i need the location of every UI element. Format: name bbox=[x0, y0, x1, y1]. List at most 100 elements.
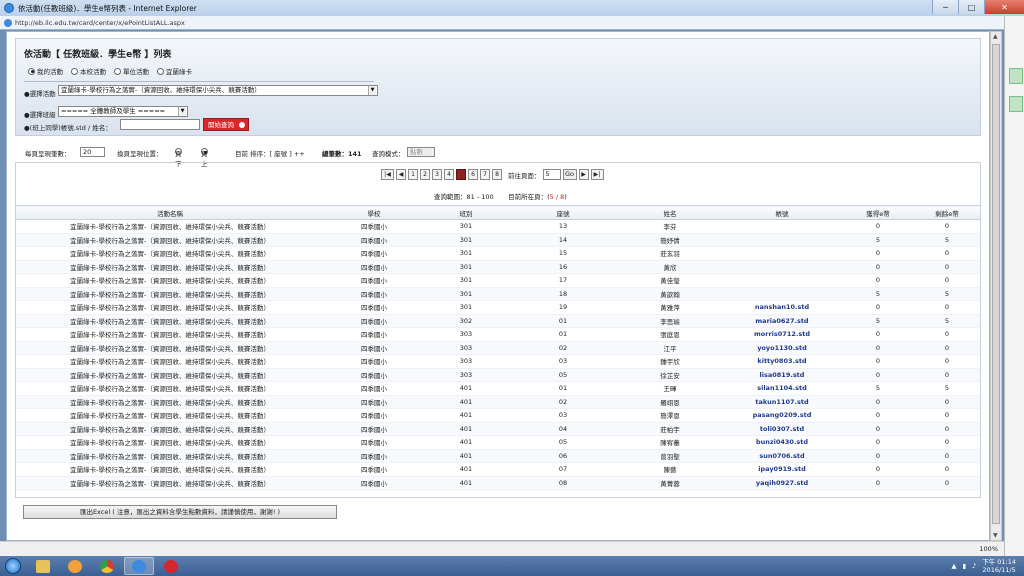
account-cell[interactable]: nanshan10.std bbox=[722, 300, 842, 315]
minimize-button[interactable]: ─ bbox=[932, 0, 958, 14]
account-name-input[interactable] bbox=[120, 119, 200, 130]
tray-show-hidden-icon[interactable]: ▲ bbox=[951, 562, 956, 570]
seat-number-cell: 17 bbox=[508, 273, 618, 288]
vertical-scrollbar[interactable]: ▲ ▼ bbox=[990, 31, 1002, 541]
scroll-up-icon[interactable]: ▲ bbox=[993, 33, 998, 40]
radio-unit-activities[interactable]: 單位活動 bbox=[114, 66, 149, 76]
earned-points-cell: 5 bbox=[842, 314, 914, 328]
taskbar-chrome[interactable] bbox=[92, 557, 122, 575]
export-excel-button[interactable]: 匯出Excel ( 注意，匯出之資料含學生點數資料，請謹慎使用，謝謝! ) bbox=[23, 505, 337, 519]
earned-points-cell: 0 bbox=[842, 435, 914, 450]
account-cell[interactable] bbox=[722, 233, 842, 247]
radio-dot[interactable] bbox=[71, 67, 78, 75]
taskbar-media-player[interactable] bbox=[60, 557, 90, 575]
account-cell[interactable]: morris0712.std bbox=[722, 327, 842, 342]
scope-radio-group: 我的活動 本校活動 單位活動 宜蘭綠卡 bbox=[28, 66, 192, 76]
next-page-button[interactable]: ▶ bbox=[578, 169, 589, 180]
account-cell[interactable]: yaqih0927.std bbox=[722, 476, 842, 490]
page-button[interactable]: 6 bbox=[468, 169, 478, 180]
maximize-button[interactable]: □ bbox=[958, 0, 984, 14]
account-cell[interactable]: ipay0919.std bbox=[722, 462, 842, 477]
account-cell[interactable]: maria0627.std bbox=[722, 314, 842, 328]
scroll-down-icon[interactable]: ▼ bbox=[993, 532, 998, 539]
class-cell: 401 bbox=[424, 381, 508, 396]
taskbar-internet-explorer[interactable] bbox=[124, 557, 154, 575]
account-cell[interactable] bbox=[722, 260, 842, 274]
clock[interactable]: 下午 01:14 2016/11/5 bbox=[982, 558, 1016, 574]
seat-number-cell: 18 bbox=[508, 287, 618, 301]
account-cell[interactable] bbox=[722, 287, 842, 301]
account-cell[interactable]: lisa0819.std bbox=[722, 368, 842, 382]
column-header[interactable]: 獲得e幣 bbox=[842, 205, 914, 220]
column-header[interactable]: 剩餘e幣 bbox=[914, 205, 980, 220]
class-cell: 401 bbox=[424, 395, 508, 409]
account-cell[interactable]: pasang0209.std bbox=[722, 408, 842, 423]
per-page-select[interactable]: 20 bbox=[80, 147, 105, 157]
column-header[interactable]: 座號 bbox=[508, 205, 618, 220]
radio-label: 單位活動 bbox=[123, 68, 149, 76]
account-cell[interactable] bbox=[722, 273, 842, 288]
mode-select[interactable]: 點數 bbox=[407, 147, 435, 157]
account-cell[interactable]: takun1107.std bbox=[722, 395, 842, 409]
table-body: 宜蘭綠卡-學校行為之落實-（資源回收、維持環保小尖兵、競賽活動） 四季國小 301 1… bbox=[16, 219, 980, 490]
first-page-button[interactable]: |◀ bbox=[381, 169, 394, 180]
page-button[interactable]: 2 bbox=[420, 169, 430, 180]
earned-points-cell: 0 bbox=[842, 327, 914, 342]
earned-points-cell: 0 bbox=[842, 395, 914, 409]
account-cell[interactable]: bunzi0430.std bbox=[722, 435, 842, 450]
close-button[interactable]: ✕ bbox=[984, 0, 1024, 14]
school-cell: 四季國小 bbox=[324, 341, 424, 355]
class-cell: 301 bbox=[424, 273, 508, 288]
radio-my-activities[interactable]: 我的活動 bbox=[28, 66, 63, 76]
column-header[interactable]: 班別 bbox=[424, 205, 508, 220]
start-button[interactable] bbox=[0, 556, 26, 576]
activity-select[interactable]: 宜蘭綠卡-學校行為之落實-（資源回收、維持環保小尖兵、競賽活動） ▼ bbox=[58, 85, 378, 96]
remaining-points-cell: 5 bbox=[914, 381, 980, 396]
earned-points-cell: 0 bbox=[842, 476, 914, 490]
goto-page-input[interactable]: 5 bbox=[542, 169, 561, 180]
remaining-points-cell: 0 bbox=[914, 368, 980, 382]
clock-date: 2016/11/5 bbox=[982, 566, 1016, 574]
column-header[interactable]: 帳號 bbox=[722, 205, 842, 220]
column-header[interactable]: 學校 bbox=[324, 205, 424, 220]
account-cell[interactable]: sun0706.std bbox=[722, 449, 842, 463]
zoom-level[interactable]: 100% bbox=[979, 545, 998, 553]
radio-dot[interactable] bbox=[28, 67, 35, 75]
radio-page-bottom[interactable]: 頁下 bbox=[175, 148, 182, 168]
radio-page-top[interactable]: 頁上 bbox=[201, 148, 208, 168]
page-button[interactable]: 4 bbox=[444, 169, 454, 180]
column-header[interactable]: 活動名稱 bbox=[16, 205, 324, 220]
page-button[interactable]: 1 bbox=[408, 169, 418, 180]
radio-dot[interactable] bbox=[157, 67, 164, 75]
account-cell[interactable] bbox=[722, 219, 842, 234]
column-header[interactable]: 姓名 bbox=[618, 205, 722, 220]
url-text[interactable]: http://eb.ilc.edu.tw/card/center/x/ePoin… bbox=[15, 19, 185, 27]
radio-dot[interactable] bbox=[114, 67, 121, 75]
account-cell[interactable]: yoyo1130.std bbox=[722, 341, 842, 355]
account-cell[interactable]: toli0307.std bbox=[722, 422, 842, 436]
page-label: 目前所在頁：( bbox=[508, 193, 550, 201]
background-tab-icon bbox=[1009, 68, 1023, 84]
scroll-thumb[interactable] bbox=[992, 44, 1000, 524]
go-button[interactable]: Go bbox=[562, 169, 577, 180]
address-bar[interactable]: http://eb.ilc.edu.tw/card/center/x/ePoin… bbox=[0, 16, 1004, 30]
radio-yilan-green-card[interactable]: 宜蘭綠卡 bbox=[157, 66, 192, 76]
remaining-points-cell: 0 bbox=[914, 422, 980, 436]
activity-name-cell: 宜蘭綠卡-學校行為之落實-（資源回收、維持環保小尖兵、競賽活動） bbox=[16, 300, 324, 315]
network-icon[interactable]: ▮ bbox=[962, 562, 966, 570]
account-cell[interactable] bbox=[722, 246, 842, 261]
system-tray: ▲ ▮ ♪ 下午 01:14 2016/11/5 bbox=[951, 558, 1016, 574]
page-button[interactable]: 3 bbox=[432, 169, 442, 180]
taskbar-opera[interactable] bbox=[156, 557, 186, 575]
radio-school-activities[interactable]: 本校活動 bbox=[71, 66, 106, 76]
account-cell[interactable]: silan1104.std bbox=[722, 381, 842, 396]
taskbar-explorer[interactable] bbox=[28, 557, 58, 575]
account-cell[interactable]: kitty0803.std bbox=[722, 354, 842, 369]
last-page-button[interactable]: ▶| bbox=[590, 169, 604, 180]
page-button[interactable]: 7 bbox=[480, 169, 490, 180]
search-button[interactable]: 開始查詢 bbox=[203, 118, 249, 131]
prev-page-button[interactable]: ◀ bbox=[396, 169, 406, 180]
volume-icon[interactable]: ♪ bbox=[972, 562, 976, 570]
page-button[interactable]: 8 bbox=[492, 169, 502, 180]
class-select[interactable]: ===== 全體教師及學生 ===== ▼ bbox=[58, 106, 188, 117]
